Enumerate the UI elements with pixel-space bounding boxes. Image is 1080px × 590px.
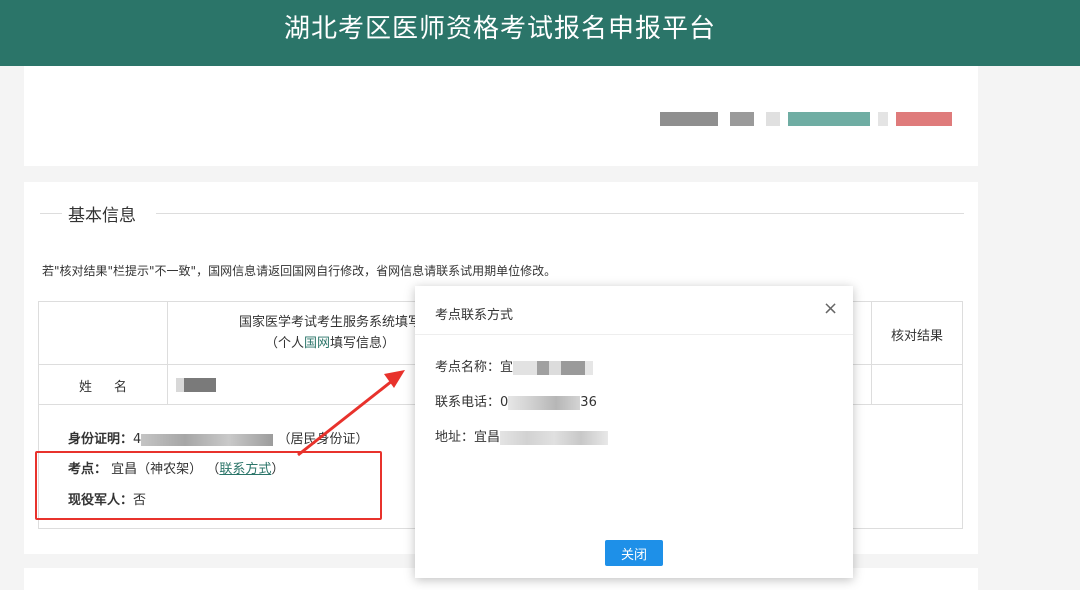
notice-text: 若"核对结果"栏提示"不一致"，国网信息请返回国网自行修改，省网信息请联系试用期…: [42, 264, 557, 278]
blurred-link: [788, 112, 870, 126]
check-result-header: 核对结果: [890, 329, 943, 344]
highlight-box: [35, 451, 382, 520]
table-divider: [871, 301, 872, 404]
blurred-phone: [508, 395, 581, 410]
contact-dialog: 考点联系方式 × 考点名称：宜 联系电话：0 36 地址：宜昌 关闭: [415, 286, 853, 578]
blurred-text: [766, 112, 780, 126]
phone-row: 联系电话：0 36: [435, 395, 597, 410]
table-divider: [167, 301, 168, 404]
close-icon[interactable]: ×: [823, 300, 838, 318]
blurred-text: [730, 112, 754, 126]
dialog-title: 考点联系方式: [435, 308, 514, 323]
blurred-name: [176, 378, 216, 392]
blurred-text: [878, 112, 888, 126]
blurred-id: [141, 433, 274, 446]
site-name-row: 考点名称：宜: [435, 356, 594, 375]
blurred-site-name: [513, 360, 594, 375]
national-net-highlight: 国网: [303, 336, 330, 351]
blurred-address: [500, 430, 609, 445]
dialog-divider: [415, 334, 853, 335]
close-button[interactable]: 关闭: [605, 540, 663, 566]
section-divider: [156, 213, 964, 214]
blurred-text: [660, 112, 718, 126]
name-label: 姓名: [78, 380, 149, 395]
section-title: 基本信息: [68, 206, 136, 226]
section-divider: [40, 213, 62, 214]
address-row: 地址：宜昌: [435, 426, 609, 445]
page-title: 湖北考区医师资格考试报名申报平台: [283, 14, 716, 44]
app-header: 湖北考区医师资格考试报名申报平台: [0, 0, 1080, 66]
blurred-button: [896, 112, 952, 126]
id-row: 身份证明：4 （居民身份证）: [68, 432, 369, 447]
